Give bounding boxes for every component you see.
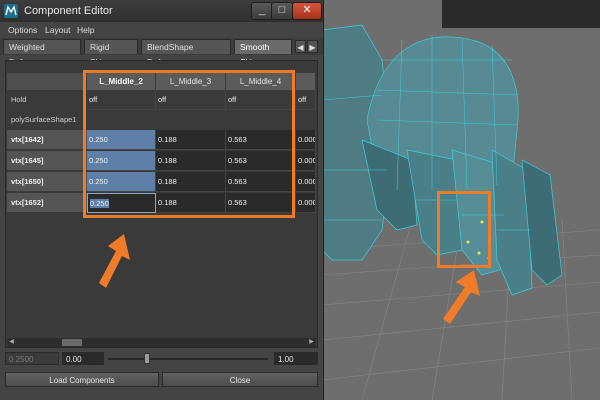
3d-viewport[interactable] <box>322 0 600 400</box>
column-header-partial[interactable] <box>296 73 316 90</box>
maximize-button[interactable]: □ <box>271 2 293 20</box>
maya-app-icon <box>4 4 18 18</box>
slider-min-field[interactable]: 0.00 <box>62 352 104 365</box>
weight-slider-row: 0.2500 0.00 1.00 <box>0 352 323 366</box>
tab-rigid-skins[interactable]: Rigid Skins <box>84 39 138 67</box>
scroll-left-icon[interactable]: ◀ <box>7 338 16 347</box>
corner-header <box>7 73 87 90</box>
weight-slider-track[interactable] <box>108 358 268 360</box>
vertex-row-label[interactable]: vtx[1650] <box>7 172 87 192</box>
vertex-row-label[interactable]: vtx[1645] <box>7 151 87 171</box>
tab-smooth-skins[interactable]: Smooth Skins <box>234 39 292 67</box>
close-window-button[interactable]: ✕ <box>292 2 322 20</box>
close-button[interactable]: Close <box>162 372 318 387</box>
scroll-right-icon[interactable]: ▶ <box>307 338 316 347</box>
menu-bar: Options Layout Help <box>0 22 323 38</box>
hold-row-label: Hold <box>11 95 27 104</box>
annotation-arrow-table <box>99 234 130 288</box>
tab-bar: Weighted Deformer Rigid Skins BlendShape… <box>0 38 323 67</box>
component-editor-window: Component Editor _ □ ✕ Options Layout He… <box>0 0 324 400</box>
title-bar[interactable]: Component Editor _ □ ✕ <box>0 0 323 22</box>
menu-options[interactable]: Options <box>8 25 37 35</box>
minimize-button[interactable]: _ <box>251 2 273 20</box>
vertex-highlight-box <box>437 191 491 268</box>
weight-cell[interactable]: 0.000 <box>296 172 316 192</box>
table-highlight-box <box>83 70 295 218</box>
vertex-row-label[interactable]: vtx[1642] <box>7 130 87 150</box>
weight-slider-thumb[interactable] <box>144 353 150 364</box>
scrollbar-thumb[interactable] <box>62 339 82 346</box>
weight-cell[interactable]: 0.000 <box>296 193 316 213</box>
current-weight-field[interactable]: 0.2500 <box>5 352 59 365</box>
shape-row-label: polySurfaceShape1 <box>11 115 77 124</box>
weight-cell[interactable]: 0.000 <box>296 130 316 150</box>
slider-max-field[interactable]: 1.00 <box>274 352 318 365</box>
hold-cell[interactable]: off <box>296 90 316 110</box>
vertex-row-label[interactable]: vtx[1652] <box>7 193 87 213</box>
tab-scroll-left-icon[interactable]: ◀ <box>295 40 306 53</box>
tab-weighted-deformer[interactable]: Weighted Deformer <box>3 39 81 67</box>
load-components-button[interactable]: Load Components <box>5 372 159 387</box>
tab-blendshape-deformers[interactable]: BlendShape Deformers <box>141 39 231 67</box>
annotation-arrow-viewport <box>443 270 480 324</box>
horizontal-scrollbar[interactable]: ◀ ▶ <box>7 338 316 347</box>
menu-help[interactable]: Help <box>77 25 94 35</box>
menu-layout[interactable]: Layout <box>45 25 71 35</box>
tab-scroll-right-icon[interactable]: ▶ <box>307 40 318 53</box>
window-title: Component Editor <box>24 5 113 17</box>
weight-cell[interactable]: 0.000 <box>296 151 316 171</box>
